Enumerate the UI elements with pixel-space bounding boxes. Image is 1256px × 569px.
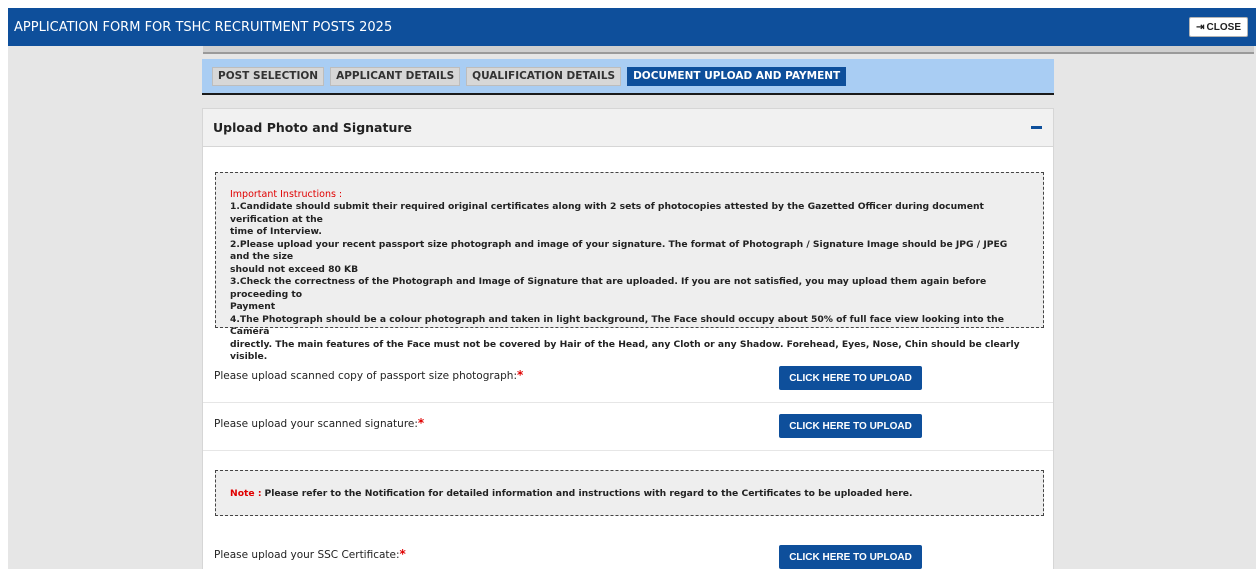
ssc-upload-label: Please upload your SSC Certificate:* (214, 547, 406, 561)
header-bar: APPLICATION FORM FOR TSHC RECRUITMENT PO… (8, 8, 1256, 46)
tab-post-selection[interactable]: POST SELECTION (212, 66, 325, 86)
tab-applicant-details[interactable]: APPLICANT DETAILS (330, 66, 461, 86)
certificates-note-box: Note : Please refer to the Notification … (215, 470, 1044, 516)
photo-upload-text: Please upload scanned copy of passport s… (214, 370, 517, 382)
upload-signature-button[interactable]: CLICK HERE TO UPLOAD (779, 414, 922, 438)
required-marker: * (417, 416, 425, 430)
app-frame: APPLICATION FORM FOR TSHC RECRUITMENT PO… (8, 8, 1256, 569)
ssc-upload-row: Please upload your SSC Certificate:* CLI… (203, 535, 1053, 569)
required-marker: * (517, 368, 524, 382)
close-label: CLOSE (1206, 21, 1241, 33)
instruction-line: Payment (230, 301, 276, 312)
signature-upload-row: Please upload your scanned signature:* C… (203, 404, 1053, 451)
panel-title: Upload Photo and Signature (213, 120, 412, 135)
instruction-line: 4.The Photograph should be a colour phot… (230, 313, 1004, 338)
form-tabs: POST SELECTION APPLICANT DETAILS QUALIFI… (202, 59, 1054, 95)
photo-upload-row: Please upload scanned copy of passport s… (203, 356, 1053, 403)
instruction-line: 2.Please upload your recent passport siz… (230, 238, 1008, 263)
ssc-upload-text: Please upload your SSC Certificate: (214, 549, 400, 561)
upload-panel: Upload Photo and Signature Important Ins… (202, 108, 1054, 569)
close-button[interactable]: ⇥ CLOSE (1189, 17, 1248, 37)
previous-section-edge (203, 46, 1254, 54)
tab-document-upload-and-payment[interactable]: DOCUMENT UPLOAD AND PAYMENT (627, 66, 847, 86)
sign-out-icon: ⇥ (1196, 21, 1205, 33)
upload-photo-button[interactable]: CLICK HERE TO UPLOAD (779, 366, 922, 390)
instruction-line: should not exceed 80 KB (230, 263, 359, 275)
instructions-heading: Important Instructions : (230, 189, 343, 200)
instruction-line: time of Interview. (230, 226, 322, 237)
tab-qualification-details[interactable]: QUALIFICATION DETAILS (466, 66, 622, 86)
instruction-line: 3.Check the correctness of the Photograp… (230, 276, 987, 300)
minus-icon[interactable] (1029, 121, 1043, 135)
instruction-line: 1.Candidate should submit their required… (230, 201, 984, 225)
photo-upload-label: Please upload scanned copy of passport s… (214, 368, 523, 382)
important-instructions-box: Important Instructions : 1.Candidate sho… (215, 172, 1044, 362)
page-title: APPLICATION FORM FOR TSHC RECRUITMENT PO… (14, 19, 393, 35)
signature-upload-text: Please upload your scanned signature: (214, 418, 418, 430)
signature-upload-label: Please upload your scanned signature:* (214, 416, 424, 430)
note-text: Please refer to the Notification for det… (264, 487, 913, 499)
note-label: Note : (230, 487, 262, 499)
upload-ssc-certificate-button[interactable]: CLICK HERE TO UPLOAD (779, 545, 922, 569)
panel-header: Upload Photo and Signature (203, 109, 1053, 147)
required-marker: * (399, 547, 406, 561)
